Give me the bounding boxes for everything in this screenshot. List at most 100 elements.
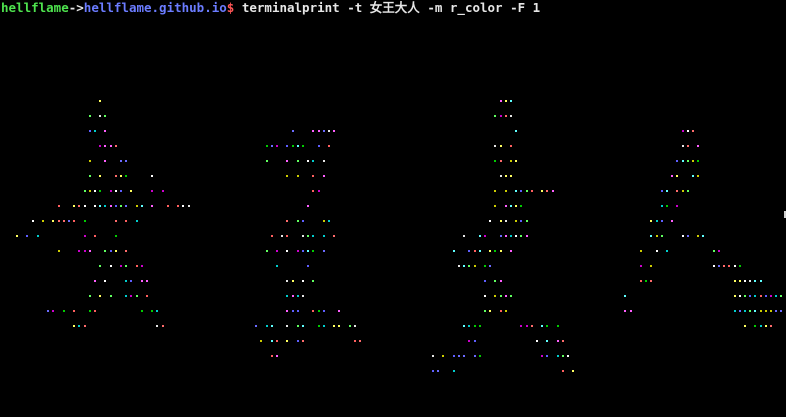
art-dot: [312, 235, 314, 237]
art-dot: [120, 265, 122, 267]
art-dot: [94, 280, 96, 282]
art-dot: [307, 235, 309, 237]
art-dot: [562, 340, 564, 342]
art-dot: [84, 325, 86, 327]
art-dot: [562, 355, 564, 357]
art-dot: [541, 325, 543, 327]
art-dot: [458, 355, 460, 357]
art-dot: [115, 205, 117, 207]
art-dot: [500, 115, 502, 117]
art-dot: [645, 280, 647, 282]
art-dot: [84, 190, 86, 192]
art-dot: [84, 250, 86, 252]
art-dot: [500, 145, 502, 147]
art-dot: [546, 325, 548, 327]
art-dot: [292, 280, 294, 282]
art-dot: [125, 280, 127, 282]
art-dot: [739, 295, 741, 297]
art-dot: [286, 235, 288, 237]
art-dot: [286, 295, 288, 297]
art-dot: [84, 220, 86, 222]
art-dot: [73, 220, 75, 222]
art-dot: [640, 265, 642, 267]
art-dot: [73, 310, 75, 312]
art-dot: [474, 325, 476, 327]
art-dot: [94, 205, 96, 207]
art-dot: [494, 250, 496, 252]
art-dot: [307, 160, 309, 162]
art-dot: [666, 205, 668, 207]
art-dot: [99, 100, 101, 102]
art-dot: [723, 265, 725, 267]
art-dot: [676, 205, 678, 207]
art-dot: [125, 265, 127, 267]
art-dot: [136, 220, 138, 222]
art-dot: [323, 220, 325, 222]
art-dot: [312, 310, 314, 312]
art-dot: [744, 295, 746, 297]
art-dot: [640, 280, 642, 282]
art-dot: [437, 370, 439, 372]
art-dot: [744, 280, 746, 282]
art-dot: [312, 130, 314, 132]
art-dot: [266, 145, 268, 147]
art-dot: [692, 130, 694, 132]
art-dot: [515, 205, 517, 207]
art-dot: [489, 265, 491, 267]
art-dot: [110, 205, 112, 207]
art-dot: [266, 160, 268, 162]
art-dot: [312, 280, 314, 282]
art-dot: [505, 310, 507, 312]
art-dot: [354, 325, 356, 327]
art-dot: [89, 175, 91, 177]
art-dot: [271, 145, 273, 147]
art-dot: [115, 190, 117, 192]
art-dot: [682, 190, 684, 192]
art-dot: [286, 310, 288, 312]
art-dot: [479, 250, 481, 252]
art-dot: [687, 145, 689, 147]
art-dot: [489, 310, 491, 312]
terminal-window[interactable]: hellflame->hellflame.github.io$ terminal…: [0, 0, 786, 417]
art-dot: [323, 310, 325, 312]
art-dot: [468, 265, 470, 267]
art-dot: [276, 250, 278, 252]
art-dot: [505, 115, 507, 117]
art-dot: [318, 325, 320, 327]
art-dot: [713, 250, 715, 252]
art-dot: [115, 175, 117, 177]
art-dot: [58, 205, 60, 207]
art-dot: [463, 325, 465, 327]
art-dot: [94, 190, 96, 192]
art-dot: [765, 295, 767, 297]
art-dot: [687, 160, 689, 162]
art-dot: [552, 190, 554, 192]
art-dot: [775, 310, 777, 312]
art-dot: [765, 310, 767, 312]
art-dot: [484, 295, 486, 297]
art-dot: [474, 265, 476, 267]
art-dot: [692, 175, 694, 177]
art-dot: [474, 355, 476, 357]
art-dot: [125, 175, 127, 177]
art-dot: [624, 295, 626, 297]
art-dot: [188, 205, 190, 207]
art-dot: [110, 250, 112, 252]
art-dot: [151, 310, 153, 312]
art-dot: [302, 325, 304, 327]
art-dot: [484, 265, 486, 267]
art-dot: [744, 310, 746, 312]
art-dot: [73, 205, 75, 207]
art-dot: [99, 190, 101, 192]
art-dot: [624, 310, 626, 312]
art-dot: [656, 235, 658, 237]
art-dot: [682, 130, 684, 132]
art-dot: [73, 325, 75, 327]
art-dot: [146, 280, 148, 282]
art-dot: [281, 235, 283, 237]
art-dot: [780, 310, 782, 312]
art-dot: [302, 235, 304, 237]
art-dot: [749, 295, 751, 297]
art-dot: [328, 145, 330, 147]
art-dot: [765, 325, 767, 327]
